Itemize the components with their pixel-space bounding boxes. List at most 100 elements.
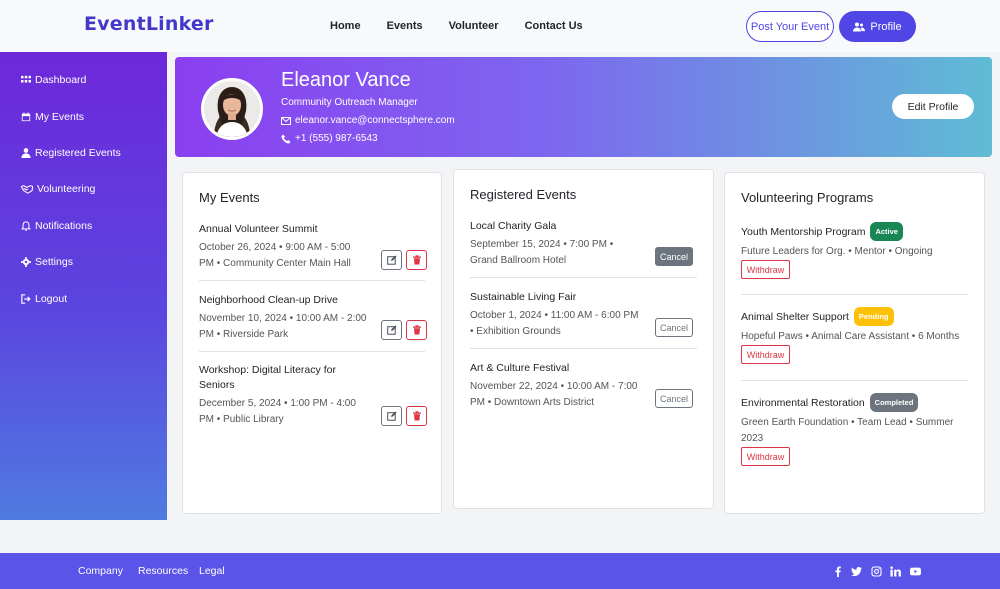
program-meta-line: 2023 (741, 433, 764, 444)
nav-link-events[interactable]: Events (387, 20, 423, 32)
divider (199, 351, 425, 352)
registered-events-title: Registered Events (470, 187, 577, 202)
footer-link-company[interactable]: Company (78, 565, 123, 577)
nav-link-contact[interactable]: Contact Us (525, 20, 583, 32)
program-title-text: Animal Shelter Support (741, 311, 849, 323)
program-title: Youth Mentorship Program Active (741, 222, 968, 241)
event-title: Workshop: Digital Literacy for (199, 364, 336, 376)
program-title: Environmental Restoration Completed (741, 393, 968, 412)
event-title: Art & Culture Festival (470, 362, 570, 374)
sidebar-item-label: My Events (35, 111, 85, 123)
edit-event-button[interactable] (381, 406, 402, 426)
profile-button[interactable]: Profile (839, 11, 916, 42)
status-badge: Pending (853, 307, 894, 326)
footer: Company Resources Legal (0, 553, 1000, 589)
brand-logo[interactable]: EventLinker (84, 13, 214, 35)
program-title: Animal Shelter Support Pending (741, 307, 968, 326)
edit-icon (386, 411, 396, 421)
sidebar-item-label: Logout (35, 293, 68, 305)
bell-icon (21, 221, 31, 231)
cancel-registration-button[interactable]: Cancel (655, 318, 693, 337)
sidebar-item-settings[interactable]: Settings (21, 256, 73, 268)
handshake-icon (21, 185, 33, 194)
volunteering-card: Volunteering Programs Youth Mentorship P… (724, 172, 985, 514)
sidebar-item-volunteering[interactable]: Volunteering (21, 183, 95, 195)
instagram-icon[interactable] (870, 565, 882, 577)
event-title: Local Charity Gala (470, 220, 557, 232)
profile-name: Eleanor Vance (281, 69, 411, 91)
list-item: Youth Mentorship Program Active Future L… (741, 222, 968, 260)
event-title-cont: Seniors (199, 379, 235, 391)
sidebar-item-label: Notifications (35, 220, 93, 232)
sidebar-item-notifications[interactable]: Notifications (21, 220, 92, 232)
volunteering-title: Volunteering Programs (741, 190, 874, 205)
delete-event-button[interactable] (406, 406, 427, 426)
nav-link-volunteer[interactable]: Volunteer (449, 20, 499, 32)
profile-phone-text: +1 (555) 987-6543 (295, 133, 378, 144)
linkedin-icon[interactable] (889, 565, 901, 577)
profile-email: eleanor.vance@connectsphere.com (281, 115, 455, 126)
profile-role: Community Outreach Manager (281, 97, 418, 108)
list-item: Animal Shelter Support Pending Hopeful P… (741, 307, 968, 345)
footer-link-resources[interactable]: Resources (138, 565, 188, 577)
sidebar-item-my-events[interactable]: My Events (21, 111, 84, 123)
nav-link-home[interactable]: Home (330, 20, 361, 32)
edit-icon (386, 255, 396, 265)
nav-links: Home Events Volunteer Contact Us (330, 0, 609, 52)
divider (470, 277, 697, 278)
my-events-card: My Events Annual Volunteer Summit Octobe… (182, 172, 442, 514)
users-icon (853, 22, 866, 31)
trash-icon (412, 325, 421, 335)
sidebar-item-label: Dashboard (35, 74, 87, 86)
sidebar-item-dashboard[interactable]: Dashboard (21, 74, 86, 86)
list-item: Environmental Restoration Completed Gree… (741, 393, 968, 447)
edit-event-button[interactable] (381, 250, 402, 270)
event-title: Sustainable Living Fair (470, 291, 577, 303)
youtube-icon[interactable] (909, 565, 921, 577)
withdraw-button[interactable]: Withdraw (741, 260, 790, 279)
edit-icon (386, 325, 396, 335)
program-title-text: Environmental Restoration (741, 397, 865, 409)
status-badge: Active (870, 222, 903, 241)
delete-event-button[interactable] (406, 320, 427, 340)
program-title-text: Youth Mentorship Program (741, 226, 866, 238)
logout-icon (21, 294, 31, 304)
footer-link-legal[interactable]: Legal (199, 565, 225, 577)
sidebar-item-label: Settings (35, 256, 73, 268)
sidebar-item-label: Registered Events (35, 147, 121, 159)
sidebar-item-logout[interactable]: Logout (21, 293, 67, 305)
program-meta: Green Earth Foundation • Team Lead • Sum… (741, 415, 968, 447)
calendar-icon (21, 112, 31, 122)
withdraw-button[interactable]: Withdraw (741, 345, 790, 364)
grid-icon (21, 75, 31, 83)
phone-icon (281, 134, 291, 143)
program-meta: Future Leaders for Org. • Mentor • Ongoi… (741, 246, 933, 257)
gear-icon (21, 257, 31, 267)
registered-events-card: Registered Events Local Charity Gala Sep… (453, 169, 714, 509)
program-meta-line: Green Earth Foundation • Team Lead • Sum… (741, 417, 954, 428)
avatar (201, 78, 263, 140)
cancel-registration-button[interactable]: Cancel (655, 389, 693, 408)
divider (741, 294, 968, 295)
my-events-title: My Events (199, 190, 260, 205)
twitter-icon[interactable] (850, 565, 862, 577)
withdraw-button[interactable]: Withdraw (741, 447, 790, 466)
facebook-icon[interactable] (831, 565, 843, 577)
delete-event-button[interactable] (406, 250, 427, 270)
edit-profile-button[interactable]: Edit Profile (892, 94, 974, 119)
sidebar-item-registered-events[interactable]: Registered Events (21, 147, 121, 159)
trash-icon (412, 411, 421, 421)
status-badge: Completed (869, 393, 919, 412)
profile-banner: Eleanor Vance Community Outreach Manager… (175, 57, 992, 157)
top-navbar: EventLinker Home Events Volunteer Contac… (0, 0, 1000, 52)
profile-phone: +1 (555) 987-6543 (281, 133, 378, 144)
envelope-icon (281, 116, 291, 125)
event-title: Neighborhood Clean-up Drive (199, 294, 338, 306)
trash-icon (412, 255, 421, 265)
cancel-registration-button[interactable]: Cancel (655, 247, 693, 266)
profile-email-text: eleanor.vance@connectsphere.com (295, 115, 455, 126)
edit-event-button[interactable] (381, 320, 402, 340)
divider (199, 280, 425, 281)
user-icon (21, 148, 31, 158)
post-event-button[interactable]: Post Your Event (746, 11, 834, 42)
